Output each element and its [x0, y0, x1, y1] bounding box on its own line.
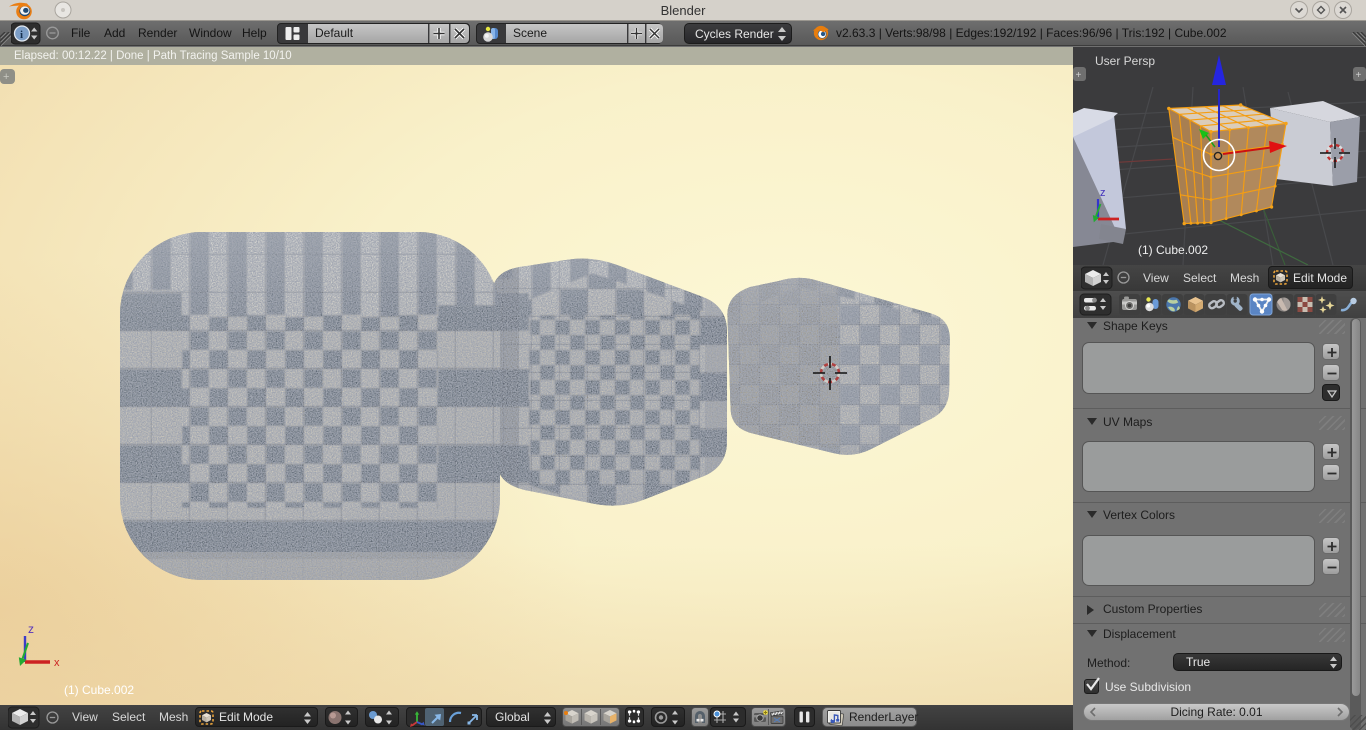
svg-text:i: i: [20, 29, 23, 41]
svg-text:+: +: [1076, 70, 1082, 81]
svg-text:+: +: [1356, 70, 1362, 81]
svg-text:x: x: [54, 657, 60, 669]
svg-text:+: +: [3, 71, 9, 83]
svg-text:(1) Cube.002: (1) Cube.002: [64, 683, 134, 697]
svg-text:z: z: [1100, 187, 1106, 199]
svg-text:(1) Cube.002: (1) Cube.002: [1138, 243, 1208, 257]
svg-text:User Persp: User Persp: [1095, 54, 1155, 68]
svg-text:z: z: [28, 622, 34, 636]
